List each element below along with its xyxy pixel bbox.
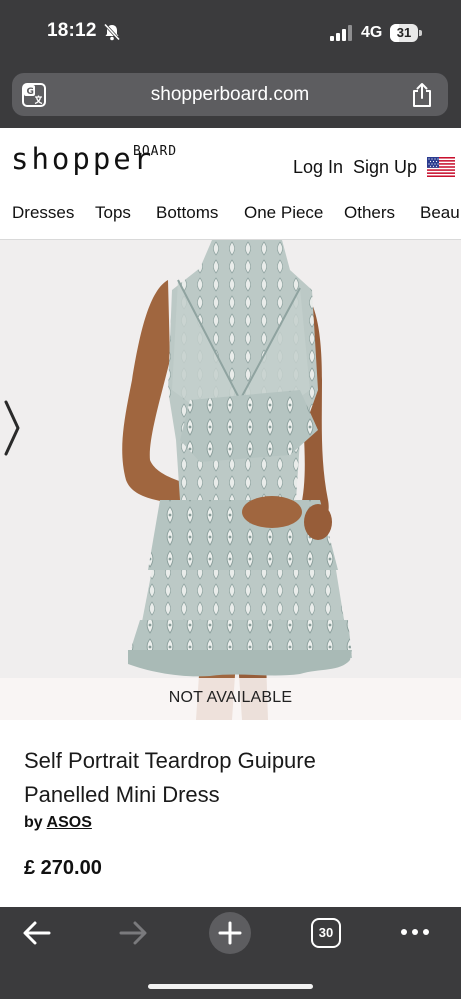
back-arrow-icon[interactable]: [22, 920, 52, 946]
dress-illustration: [122, 240, 352, 720]
nav-item-dresses[interactable]: Dresses: [12, 203, 74, 223]
status-time: 18:12: [47, 20, 97, 41]
brand-link[interactable]: ASOS: [47, 814, 92, 831]
category-nav: Dresses Tops Bottoms One Piece Others Be…: [0, 203, 461, 227]
signup-link[interactable]: Sign Up: [353, 157, 417, 178]
nav-item-tops[interactable]: Tops: [95, 203, 131, 223]
product-price: £ 270.00: [24, 857, 102, 879]
url-text[interactable]: shopperboard.com: [12, 84, 448, 106]
more-options-icon[interactable]: [400, 927, 430, 937]
site-header: shopper BOARD Log In Sign Up Dresses Top…: [0, 128, 461, 240]
by-label: by: [24, 814, 43, 831]
nav-item-beauty[interactable]: Beau: [420, 203, 460, 223]
product-title: Self Portrait Teardrop Guipure Panelled …: [24, 744, 424, 812]
network-type: 4G: [361, 24, 383, 41]
forward-arrow-icon[interactable]: [118, 920, 148, 946]
us-flag-icon[interactable]: [427, 157, 455, 177]
bell-slash-icon: [103, 23, 121, 41]
tabs-button[interactable]: 30: [311, 918, 341, 948]
address-bar[interactable]: G shopperboard.com: [12, 73, 448, 116]
battery-level: 31: [396, 25, 412, 40]
next-image-chevron-icon[interactable]: [0, 398, 24, 458]
browser-top-chrome: 18:12 4G 31 G shopperboard.com: [0, 0, 461, 128]
product-byline: by ASOS: [24, 814, 92, 832]
availability-banner: NOT AVAILABLE: [0, 678, 461, 720]
share-icon[interactable]: [410, 82, 434, 108]
signal-icon: [330, 25, 352, 41]
login-link[interactable]: Log In: [293, 157, 343, 178]
nav-item-others[interactable]: Others: [344, 203, 395, 223]
new-tab-plus-icon[interactable]: [208, 911, 252, 955]
product-title-line-1: Self Portrait Teardrop Guipure: [24, 748, 316, 773]
product-title-line-2: Panelled Mini Dress: [24, 782, 220, 807]
battery-indicator: 31: [390, 24, 422, 42]
availability-label: NOT AVAILABLE: [168, 689, 293, 706]
home-indicator: [148, 984, 313, 989]
site-logo-superscript: BOARD: [133, 144, 178, 159]
nav-item-one-piece[interactable]: One Piece: [244, 203, 323, 223]
tab-count: 30: [318, 925, 334, 940]
nav-item-bottoms[interactable]: Bottoms: [156, 203, 218, 223]
product-image[interactable]: [0, 240, 461, 720]
